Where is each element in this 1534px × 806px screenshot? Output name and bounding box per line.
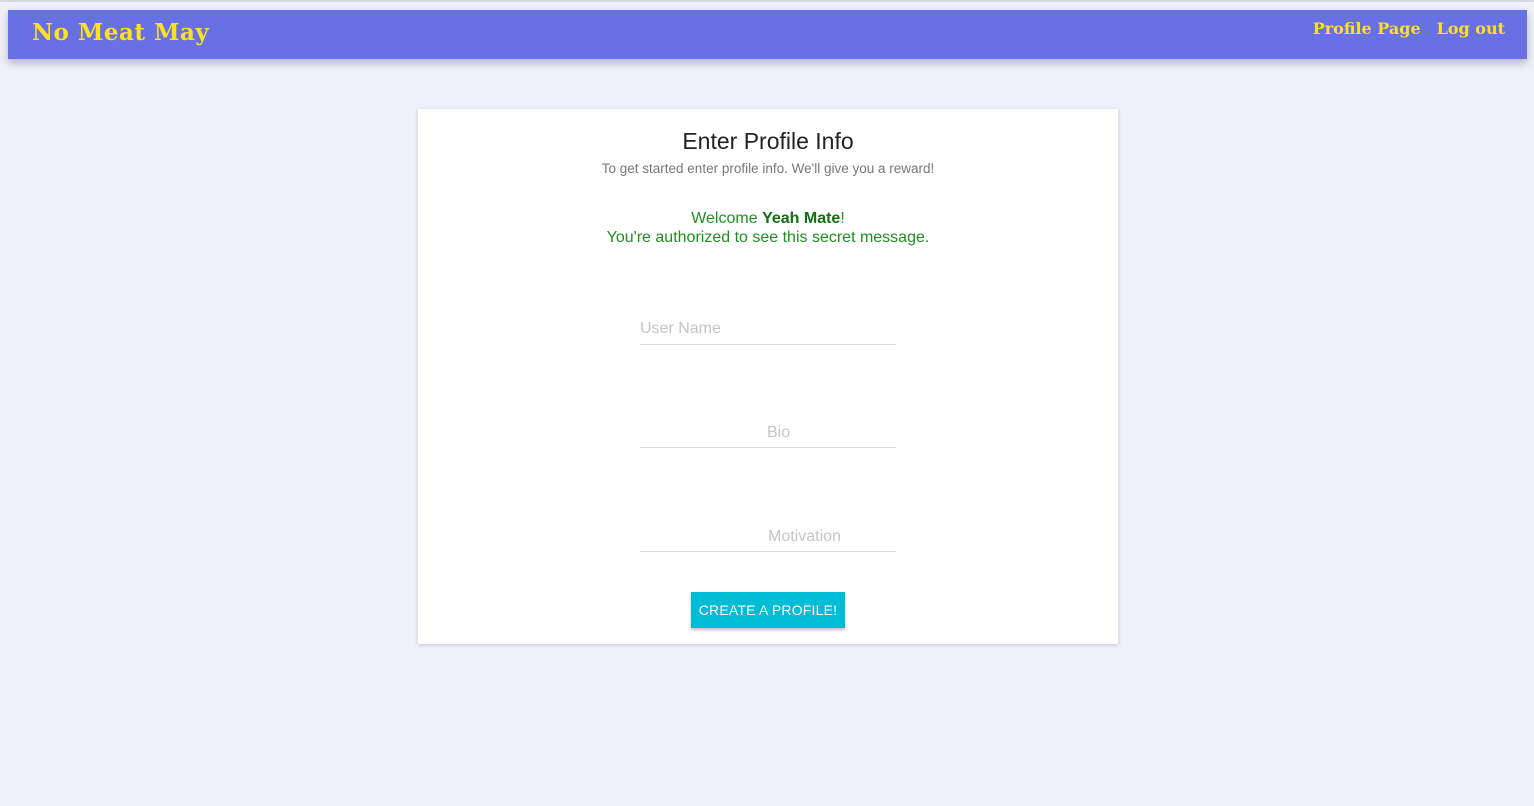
profile-page-link[interactable]: Profile Page [1313, 19, 1421, 38]
username-input[interactable] [640, 314, 896, 345]
welcome-user-name: Yeah Mate [762, 210, 841, 227]
navbar: No Meat May Profile Page Log out [8, 10, 1527, 59]
create-profile-button[interactable]: CREATE A PROFILE! [691, 592, 845, 628]
profile-card: Enter Profile Info To get started enter … [418, 109, 1118, 644]
logout-link[interactable]: Log out [1437, 19, 1505, 38]
welcome-suffix: ! [840, 210, 845, 227]
nav-links: Profile Page Log out [1313, 19, 1505, 38]
welcome-prefix: Welcome [691, 210, 763, 227]
card-title: Enter Profile Info [682, 128, 854, 154]
motivation-input[interactable] [640, 522, 896, 552]
card-subtitle: To get started enter profile info. We'll… [601, 161, 935, 176]
browser-top-line [0, 0, 1534, 2]
brand-logo-link[interactable]: No Meat May [32, 19, 209, 46]
bio-input[interactable] [640, 418, 896, 448]
welcome-message: Welcome Yeah Mate! You're authorized to … [418, 209, 1118, 247]
secret-message: You're authorized to see this secret mes… [606, 229, 930, 246]
